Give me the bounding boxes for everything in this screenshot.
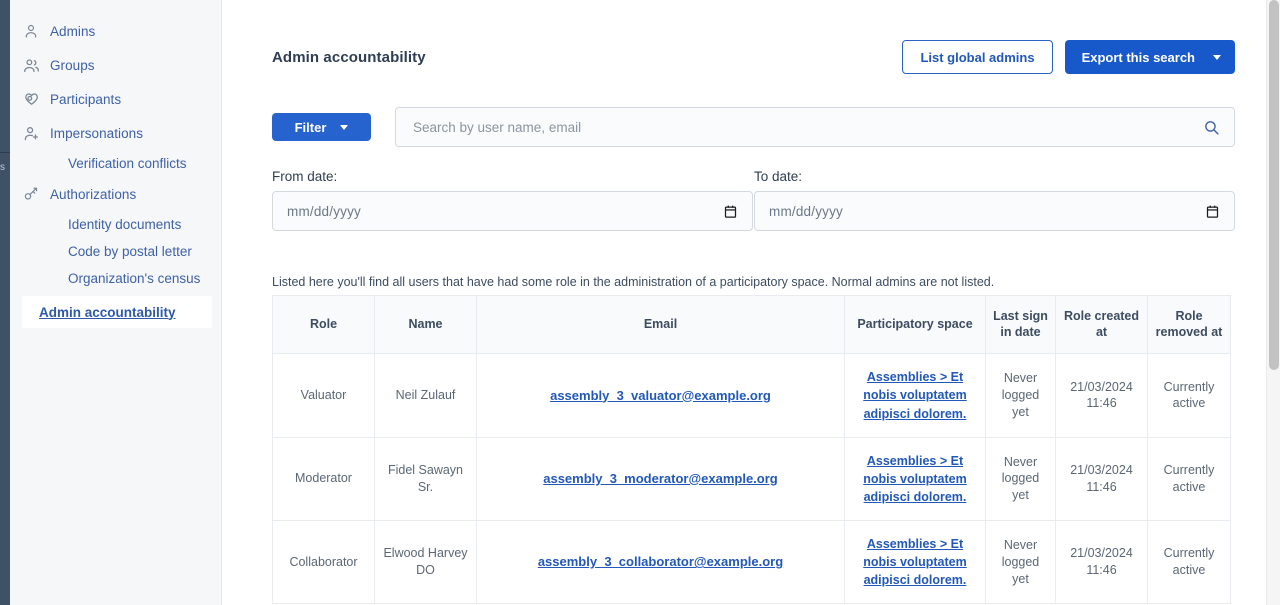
from-date-group: From date: mm/dd/yyyy [272,169,753,231]
sidebar-item-label: Participants [50,91,122,107]
column-header-participatory-space: Participatory space [844,294,986,355]
table-description: Listed here you'll find all users that h… [272,275,995,289]
sidebar-item-label: Authorizations [50,186,137,202]
user-plus-icon [22,124,40,142]
rail-clipped-label: s [0,163,5,173]
cell-participatory-space: Assemblies > Et nobis voluptatem adipisc… [844,519,986,605]
main-content: Admin accountability List global admins … [222,0,1280,605]
cell-name: Fidel Sawayn Sr. [374,436,477,522]
export-this-search-button[interactable]: Export this search [1064,40,1235,74]
search-input[interactable] [411,118,1203,136]
cell-last-sign-in-date: Never logged yet [985,519,1056,605]
to-date-field[interactable]: mm/dd/yyyy [754,191,1235,231]
participatory-space-link[interactable]: Assemblies > Et nobis voluptatem adipisc… [863,537,966,587]
cell-name: Elwood Harvey DO [374,519,477,605]
column-header-role-removed-at: Role removed at [1147,294,1231,355]
to-date-placeholder: mm/dd/yyyy [769,203,844,219]
sidebar-item-label: Organization's census [68,271,201,286]
email-link[interactable]: assembly_3_collaborator@example.org [538,554,783,569]
sidebar-item-label: Impersonations [50,125,143,141]
cell-participatory-space: Assemblies > Et nobis voluptatem adipisc… [844,353,986,438]
to-date-label: To date: [754,169,803,184]
column-header-name: Name [374,294,477,355]
filter-search-row: Filter [272,107,1235,147]
scrollbar-thumb[interactable] [1269,0,1279,370]
sidebar-item-label: Verification conflicts [68,156,187,171]
cell-role: Valuator [272,353,375,438]
filter-button[interactable]: Filter [272,113,371,141]
header-actions: List global admins Export this search [902,40,1235,74]
table-row: Valuator Neil Zulauf assembly_3_valuator… [272,353,1231,438]
sidebar-item-impersonations[interactable]: Impersonations [10,116,221,150]
table-row: Collaborator Elwood Harvey DO assembly_3… [272,519,1231,605]
column-header-email: Email [476,294,845,355]
table-row: Moderator Fidel Sawayn Sr. assembly_3_mo… [272,436,1231,522]
sidebar-item-admin-accountability[interactable]: Admin accountability [22,296,212,328]
sidebar-item-label: Groups [50,57,95,73]
cell-email: assembly_3_collaborator@example.org [476,519,845,605]
admin-accountability-table: Role Name Email Participatory space Last… [272,294,1231,605]
sidebar-item-label: Identity documents [68,217,182,232]
participatory-space-link[interactable]: Assemblies > Et nobis voluptatem adipisc… [863,370,966,420]
sidebar: Admins Groups Participants Impersonation… [10,0,222,605]
sidebar-item-label: Code by postal letter [68,244,192,259]
date-range-row: From date: mm/dd/yyyy To date: mm/dd/yyy… [272,169,1235,231]
page-scrollbar[interactable] [1266,0,1280,605]
rail-divider [0,152,10,153]
table-body: Valuator Neil Zulauf assembly_3_valuator… [272,353,1231,605]
column-header-role-created-at: Role created at [1055,294,1148,355]
cell-email: assembly_3_valuator@example.org [476,353,845,438]
column-header-role: Role [272,294,375,355]
left-rail: s [0,0,10,605]
sidebar-item-identity-documents[interactable]: Identity documents [10,211,221,238]
cell-role: Moderator [272,436,375,522]
from-date-label: From date: [272,169,338,184]
table-header-row: Role Name Email Participatory space Last… [272,294,1231,355]
page-header: Admin accountability List global admins … [272,40,1235,74]
participatory-space-link[interactable]: Assemblies > Et nobis voluptatem adipisc… [863,454,966,504]
cell-name: Neil Zulauf [374,353,477,438]
cell-role-removed-at: Currently active [1147,519,1231,605]
calendar-icon[interactable] [723,204,738,219]
sidebar-item-code-by-postal-letter[interactable]: Code by postal letter [10,238,221,265]
cell-role-created-at: 21/03/2024 11:46 [1055,519,1148,605]
sidebar-item-authorizations[interactable]: Authorizations [10,177,221,211]
cell-role: Collaborator [272,519,375,605]
cell-role-removed-at: Currently active [1147,353,1231,438]
sidebar-item-admins[interactable]: Admins [10,14,221,48]
export-button-label: Export this search [1081,49,1195,65]
chevron-down-icon [1213,54,1221,60]
sidebar-item-label: Admins [50,23,96,39]
page-title: Admin accountability [272,48,426,66]
cell-role-created-at: 21/03/2024 11:46 [1055,353,1148,438]
list-global-admins-button[interactable]: List global admins [902,40,1053,74]
admin-accountability-page: s Admins Groups Participants Impersonati… [0,0,1280,605]
cell-email: assembly_3_moderator@example.org [476,436,845,522]
sidebar-item-organizations-census[interactable]: Organization's census [10,265,221,292]
to-date-group: To date: mm/dd/yyyy [754,169,1235,231]
sidebar-item-label: Admin accountability [39,304,176,320]
column-header-last-sign-in-date: Last sign in date [985,294,1056,355]
sidebar-item-participants[interactable]: Participants [10,82,221,116]
cell-last-sign-in-date: Never logged yet [985,353,1056,438]
cell-participatory-space: Assemblies > Et nobis voluptatem adipisc… [844,436,986,522]
from-date-placeholder: mm/dd/yyyy [287,203,362,219]
users-icon [22,56,40,74]
cell-role-removed-at: Currently active [1147,436,1231,522]
calendar-icon[interactable] [1205,204,1220,219]
sidebar-item-groups[interactable]: Groups [10,48,221,82]
handshake-heart-icon [22,90,40,108]
chevron-down-icon [340,124,349,130]
search-icon[interactable] [1203,119,1220,136]
sidebar-item-verification-conflicts[interactable]: Verification conflicts [10,150,221,177]
email-link[interactable]: assembly_3_valuator@example.org [550,388,771,403]
from-date-field[interactable]: mm/dd/yyyy [272,191,753,231]
cell-role-created-at: 21/03/2024 11:46 [1055,436,1148,522]
cell-last-sign-in-date: Never logged yet [985,436,1056,522]
filter-button-label: Filter [294,119,327,135]
user-icon [22,22,40,40]
search-box[interactable] [395,107,1235,147]
key-icon [22,185,40,203]
email-link[interactable]: assembly_3_moderator@example.org [543,471,778,486]
